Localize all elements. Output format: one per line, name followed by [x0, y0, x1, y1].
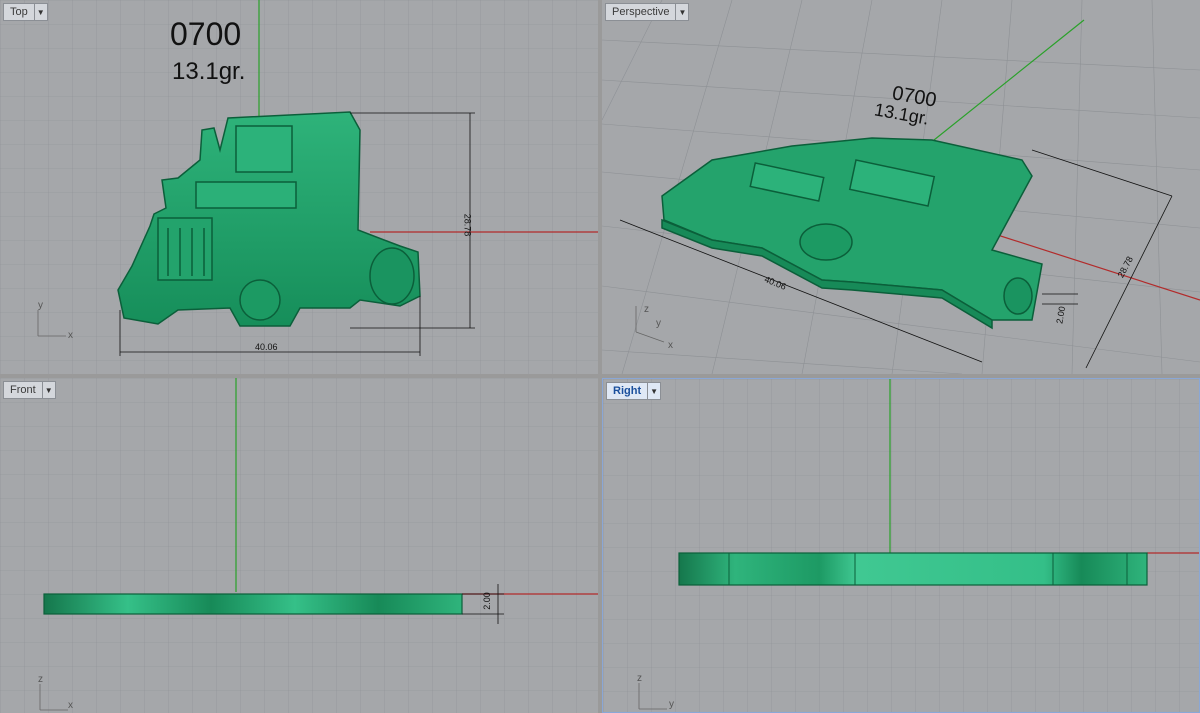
right-canvas[interactable] [603, 379, 1199, 712]
viewport-label-perspective: Perspective [612, 6, 670, 18]
viewport-label-right: Right [613, 385, 642, 397]
axis-label-y-perspective: y [656, 318, 661, 329]
axis-label-y-top: y [38, 300, 43, 311]
tab-top[interactable]: Top ▼ [3, 3, 48, 21]
axis-label-x-perspective: x [668, 340, 673, 351]
viewport-top[interactable]: Top ▼ 0700 13.1gr. 40.06 28.78 y x [0, 0, 598, 374]
dim-height-top: 28.78 [462, 213, 473, 237]
truck-model-right[interactable] [678, 552, 1148, 586]
axis-label-y-right: y [669, 699, 674, 710]
truck-model-perspective[interactable] [661, 137, 1043, 330]
part-code-top: 0700 [170, 16, 242, 52]
caret-down-icon[interactable]: ▼ [647, 383, 660, 399]
perspective-canvas[interactable] [602, 0, 1200, 374]
axis-label-z-right: z [637, 673, 642, 684]
dim-thickness-front: 2.00 [481, 592, 492, 610]
viewport-front[interactable]: Front ▼ 2.00 z x [0, 378, 598, 713]
dim-width-top: 40.06 [255, 342, 278, 352]
tab-perspective[interactable]: Perspective ▼ [605, 3, 690, 21]
weight-top: 13.1gr. [172, 58, 246, 85]
tab-right[interactable]: Right ▼ [606, 382, 662, 400]
truck-model-front[interactable] [43, 593, 463, 615]
tab-front[interactable]: Front ▼ [3, 381, 56, 399]
caret-down-icon[interactable]: ▼ [675, 4, 688, 20]
axis-label-z-perspective: z [644, 304, 649, 315]
caret-down-icon[interactable]: ▼ [41, 382, 55, 398]
top-canvas[interactable] [0, 0, 598, 374]
caret-down-icon[interactable]: ▼ [33, 4, 47, 20]
viewport-label-top: Top [10, 6, 28, 18]
front-canvas[interactable] [0, 378, 598, 713]
axis-label-z-front: z [38, 674, 43, 685]
axis-label-x-top: x [68, 330, 73, 341]
viewport-perspective[interactable]: Perspective ▼ 0700 13.1gr. 40.06 28.78 2… [602, 0, 1200, 374]
viewport-label-front: Front [10, 384, 36, 396]
axis-label-x-front: x [68, 700, 73, 711]
viewport-right[interactable]: Right ▼ z y [602, 378, 1200, 713]
